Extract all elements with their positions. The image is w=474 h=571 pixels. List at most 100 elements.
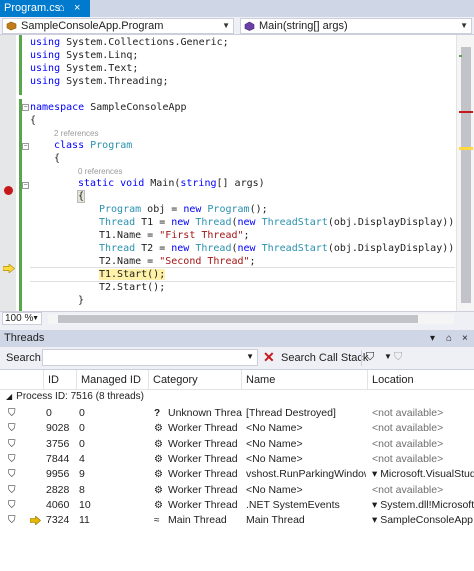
column-header-category[interactable]: Category bbox=[149, 370, 242, 390]
flag-column-header[interactable] bbox=[0, 370, 44, 390]
code-line: Program obj = new Program(); bbox=[99, 203, 268, 216]
thread-category: Worker Thread bbox=[168, 452, 238, 465]
worker-thread-icon: ⚙ bbox=[154, 469, 163, 481]
thread-location[interactable]: ▾ Microsoft.VisualStud bbox=[372, 467, 474, 482]
thread-row[interactable]: ⛉ 2828 8 ⚙ Worker Thread <No Name> <not availa… bbox=[0, 483, 474, 498]
chevron-down-icon[interactable]: ▼ bbox=[384, 352, 392, 361]
keyword: new bbox=[183, 204, 202, 215]
thread-category: Worker Thread bbox=[168, 483, 238, 496]
code-text[interactable]: using System.Collections.Generic; using … bbox=[30, 35, 455, 311]
thread-row[interactable]: ⛉ 4060 10 ⚙ Worker Thread .NET SystemEvents ▾ … bbox=[0, 498, 474, 513]
flag-icon[interactable]: ⛉ bbox=[8, 498, 16, 513]
managed-id: 8 bbox=[79, 483, 85, 496]
process-group-row[interactable]: ◢ Process ID: 7516 (8 threads) bbox=[0, 390, 474, 403]
code-line: Thread T2 = new Thread(new ThreadStart(o… bbox=[99, 242, 455, 255]
current-statement: T1.Start(); bbox=[99, 269, 166, 280]
thread-id: 3756 bbox=[46, 437, 70, 450]
thread-location[interactable]: ▾ System.dll!Microsoft. bbox=[372, 498, 474, 513]
thread-row[interactable]: ⛉ 7844 4 ⚙ Worker Thread <No Name> <not availa… bbox=[0, 452, 474, 467]
chevron-down-icon[interactable]: ▼ bbox=[246, 352, 254, 361]
thread-name: Main Thread bbox=[246, 514, 305, 527]
thread-category: Main Thread bbox=[168, 514, 227, 527]
unknown-thread-icon: ? bbox=[154, 408, 161, 419]
thread-name: vshost.RunParkingWindow bbox=[246, 468, 366, 481]
change-indicator bbox=[19, 99, 22, 311]
type-name: ThreadStart bbox=[261, 243, 328, 254]
current-line: T1.Start(); bbox=[30, 267, 455, 282]
clear-search-icon[interactable]: ✕ bbox=[263, 350, 277, 364]
thread-row[interactable]: ⛉ 3756 0 ⚙ Worker Thread <No Name> <not availa… bbox=[0, 437, 474, 452]
close-icon[interactable]: × bbox=[462, 330, 468, 347]
column-header-name[interactable]: Name bbox=[242, 370, 368, 390]
search-call-stack-button[interactable]: Search Call Stack bbox=[281, 352, 368, 364]
thread-id: 2828 bbox=[46, 483, 70, 496]
matched-brace: { bbox=[76, 190, 86, 203]
namespace-name: System.Text; bbox=[60, 63, 139, 74]
fold-icon[interactable]: − bbox=[22, 143, 29, 150]
thread-row[interactable]: ⛉ 9956 9 ⚙ Worker Thread vshost.RunParkingWin… bbox=[0, 467, 474, 482]
chevron-down-icon[interactable]: ▾ bbox=[430, 330, 435, 347]
managed-id: 0 bbox=[79, 437, 85, 450]
managed-id: 9 bbox=[79, 468, 85, 481]
namespace-name: System.Linq; bbox=[60, 50, 139, 61]
threads-grid[interactable]: ◢ Process ID: 7516 (8 threads) ⛉ 0 0? Unknow… bbox=[0, 390, 474, 571]
search-input[interactable]: ▼ bbox=[42, 349, 258, 366]
change-marker bbox=[459, 55, 462, 57]
thread-location[interactable]: <not available> bbox=[372, 483, 474, 498]
column-header-managed-id[interactable]: Managed ID bbox=[77, 370, 149, 390]
zoom-dropdown[interactable]: 100 % ▼ bbox=[2, 312, 42, 325]
thread-location[interactable]: <not available> bbox=[372, 421, 474, 436]
thread-row[interactable]: ⛉ 7324 11 ≈ Main Thread Main Thread ▾ SampleCo… bbox=[0, 513, 474, 528]
flag-icon[interactable]: ⛉ bbox=[366, 351, 384, 365]
string-literal: "First Thread" bbox=[159, 230, 244, 241]
code-line: } bbox=[78, 295, 85, 306]
thread-category: Worker Thread bbox=[168, 437, 238, 450]
thread-row[interactable]: ⛉ 9028 0 ⚙ Worker Thread <No Name> <not availa… bbox=[0, 421, 474, 436]
code-line: static void Main(string[] args) bbox=[78, 177, 265, 190]
horizontal-scrollbar[interactable] bbox=[48, 314, 454, 324]
type-name: Program bbox=[207, 204, 250, 215]
thread-name: <No Name> bbox=[246, 437, 303, 450]
type-dropdown[interactable]: SampleConsoleApp.Program ▼ bbox=[2, 18, 234, 34]
thread-location[interactable]: <not available> bbox=[372, 452, 474, 467]
member-dropdown[interactable]: Main(string[] args) ▼ bbox=[240, 18, 472, 34]
vertical-scrollbar[interactable] bbox=[456, 35, 474, 311]
type-name: ThreadStart bbox=[261, 217, 328, 228]
flag-icon[interactable]: ⛉ bbox=[8, 421, 16, 436]
thread-row[interactable]: ⛉ 0 0? Unknown Thread [Thread Destroyed] <not… bbox=[0, 406, 474, 421]
flag-icon[interactable]: ⛉ bbox=[8, 483, 16, 498]
keyword: new bbox=[237, 243, 256, 254]
thread-category: Unknown Thread bbox=[168, 407, 242, 419]
collapse-icon[interactable]: ◢ bbox=[6, 392, 12, 401]
worker-thread-icon: ⚙ bbox=[154, 499, 163, 511]
pin-icon[interactable]: ⌂ bbox=[446, 330, 452, 347]
scrollbar-thumb[interactable] bbox=[461, 47, 471, 303]
breakpoint-icon[interactable] bbox=[4, 186, 13, 195]
keyword: string bbox=[180, 178, 217, 189]
code-editor[interactable]: − − − using System.Collections.Generic; … bbox=[0, 35, 474, 311]
tab-program-cs[interactable]: Program.cs ⌂ × bbox=[0, 0, 90, 17]
code-text-segment: T1.Name = bbox=[99, 230, 160, 241]
flag-icon[interactable]: ⛉ bbox=[8, 513, 16, 528]
fold-icon[interactable]: − bbox=[22, 182, 29, 189]
thread-location[interactable]: <not available> bbox=[372, 406, 474, 421]
thread-location[interactable]: ▾ SampleConsoleApp. bbox=[372, 513, 474, 528]
fold-icon[interactable]: − bbox=[22, 104, 29, 111]
thread-location[interactable]: <not available> bbox=[372, 437, 474, 452]
scrollbar-thumb[interactable] bbox=[58, 315, 418, 323]
thread-id: 7324 bbox=[46, 514, 70, 527]
flag-icon[interactable]: ⛉ bbox=[8, 437, 16, 452]
panel-title: Threads bbox=[4, 332, 45, 344]
close-icon[interactable]: × bbox=[74, 0, 80, 17]
flag-icon[interactable]: ⛉ bbox=[8, 467, 16, 482]
search-label: Search: bbox=[6, 352, 44, 364]
flag-icon[interactable]: ⛉ bbox=[8, 452, 16, 467]
code-text-segment: ; bbox=[249, 256, 256, 267]
flag-icon[interactable]: ⛉ bbox=[8, 406, 16, 421]
column-header-location[interactable]: Location bbox=[368, 370, 474, 390]
thread-name: .NET SystemEvents bbox=[246, 498, 340, 511]
pin-icon[interactable]: ⌂ bbox=[58, 0, 65, 17]
keyword: using bbox=[30, 50, 61, 61]
code-line: { bbox=[54, 153, 61, 164]
column-header-id[interactable]: ID bbox=[44, 370, 77, 390]
